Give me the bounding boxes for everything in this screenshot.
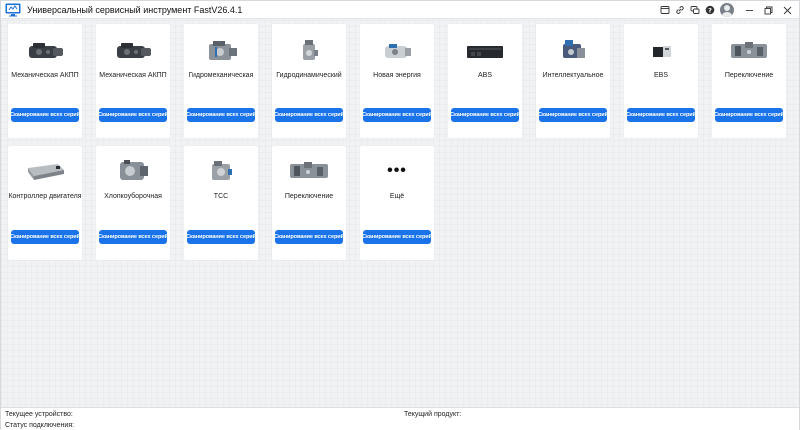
card-ebs[interactable]: EBS Сканирование всех серий: [624, 24, 698, 138]
card-label: EBS: [653, 72, 668, 79]
card-mechanical-akpp-2[interactable]: Механическая АКПП Сканирование всех сери…: [96, 24, 170, 138]
scan-all-series-button[interactable]: Сканирование всех серий: [274, 230, 344, 244]
hydromechanical-image: [199, 38, 243, 64]
card-intelligent[interactable]: Интеллектуальное Сканирование всех серий: [536, 24, 610, 138]
scan-all-series-button[interactable]: Сканирование всех серий: [538, 108, 608, 122]
tcc-image: [198, 158, 244, 186]
intelligent-image: [551, 38, 595, 64]
title-bar: Универсальный сервисный инструмент FastV…: [1, 1, 799, 19]
card-more[interactable]: ••• Ещё Сканирование всех серий: [360, 146, 434, 260]
minimize-icon[interactable]: [741, 4, 757, 16]
card-hydrodynamic[interactable]: Гидродинамический Сканирование всех сери…: [272, 24, 346, 138]
card-shift-1[interactable]: Переключение Сканирование всех серий: [712, 24, 786, 138]
motor-image: [375, 38, 419, 64]
scan-all-series-button[interactable]: Сканирование всех серий: [186, 108, 256, 122]
app-window: Универсальный сервисный инструмент FastV…: [0, 0, 800, 430]
window-title: Универсальный сервисный инструмент FastV…: [27, 4, 243, 15]
current-device-label: Текущее устройство:: [5, 411, 73, 418]
current-product-label: Текущий продукт:: [404, 411, 462, 418]
restore-icon[interactable]: [760, 4, 776, 16]
card-label: Интеллектуальное: [542, 72, 604, 79]
card-label: TCC: [213, 193, 229, 200]
scan-all-series-button[interactable]: Сканирование всех серий: [10, 230, 80, 244]
scan-all-series-button[interactable]: Сканирование всех серий: [450, 108, 520, 122]
gearbox-image: [111, 38, 155, 64]
connection-status: Статус подключения:: [5, 422, 76, 429]
card-label: Механическая АКПП: [99, 72, 167, 79]
card-label: Механическая АКПП: [11, 72, 79, 79]
card-new-energy[interactable]: Новая энергия Сканирование всех серий: [360, 24, 434, 138]
current-device-status: Текущее устройство:: [5, 411, 75, 418]
card-engine-controller[interactable]: Контроллер двигателя Сканирование всех с…: [8, 146, 82, 260]
connection-status-label: Статус подключения:: [5, 422, 75, 429]
link-icon[interactable]: [674, 4, 686, 16]
card-tcc[interactable]: TCC Сканирование всех серий: [184, 146, 258, 260]
card-cotton-picker[interactable]: Хлопкоуборочная Сканирование всех серий: [96, 146, 170, 260]
user-avatar[interactable]: [720, 3, 734, 17]
shift-image: [286, 158, 332, 186]
scan-all-series-button[interactable]: Сканирование всех серий: [274, 108, 344, 122]
scan-all-series-button[interactable]: Сканирование всех серий: [362, 230, 432, 244]
info-icon[interactable]: [659, 4, 671, 16]
gearbox-image: [23, 38, 67, 64]
close-icon[interactable]: [779, 4, 795, 16]
card-label: ABS: [477, 72, 492, 79]
scan-all-series-button[interactable]: Сканирование всех серий: [98, 230, 168, 244]
controller-image: [22, 158, 68, 186]
shift-image: [727, 38, 771, 64]
svg-text:?: ?: [708, 6, 712, 14]
title-actions: ?: [659, 1, 795, 19]
card-label: Переключение: [724, 72, 774, 79]
scan-all-series-button[interactable]: Сканирование всех серий: [10, 108, 80, 122]
card-label: Новая энергия: [373, 72, 421, 79]
card-label: Контроллер двигателя: [8, 193, 82, 200]
ebs-image: [639, 38, 683, 64]
hydrodynamic-image: [287, 38, 331, 64]
scan-all-series-button[interactable]: Сканирование всех серий: [362, 108, 432, 122]
card-label: Гидродинамический: [276, 72, 342, 79]
main-content: Механическая АКПП Сканирование всех сери…: [1, 20, 799, 407]
more-icon: •••: [387, 162, 407, 179]
scan-all-series-button[interactable]: Сканирование всех серий: [626, 108, 696, 122]
status-bar: Текущее устройство: Текущий продукт: Ста…: [1, 407, 799, 430]
current-product-status: Текущий продукт:: [404, 411, 463, 418]
scan-all-series-button[interactable]: Сканирование всех серий: [186, 230, 256, 244]
card-label: Гидромеханическая: [188, 72, 254, 79]
scan-all-series-button[interactable]: Сканирование всех серий: [714, 108, 784, 122]
card-mechanical-akpp-1[interactable]: Механическая АКПП Сканирование всех сери…: [8, 24, 82, 138]
card-label: Ещё: [389, 193, 405, 200]
card-label: Хлопкоуборочная: [104, 193, 162, 200]
app-logo-icon: [5, 3, 21, 16]
chat-icon[interactable]: [689, 4, 701, 16]
cotton-picker-image: [110, 158, 156, 186]
card-shift-2[interactable]: Переключение Сканирование всех серий: [272, 146, 346, 260]
help-icon[interactable]: ?: [704, 4, 716, 16]
card-label: Переключение: [284, 193, 334, 200]
scan-all-series-button[interactable]: Сканирование всех серий: [98, 108, 168, 122]
card-abs[interactable]: ABS Сканирование всех серий: [448, 24, 522, 138]
abs-module-image: [463, 38, 507, 64]
card-hydromechanical[interactable]: Гидромеханическая Сканирование всех сери…: [184, 24, 258, 138]
